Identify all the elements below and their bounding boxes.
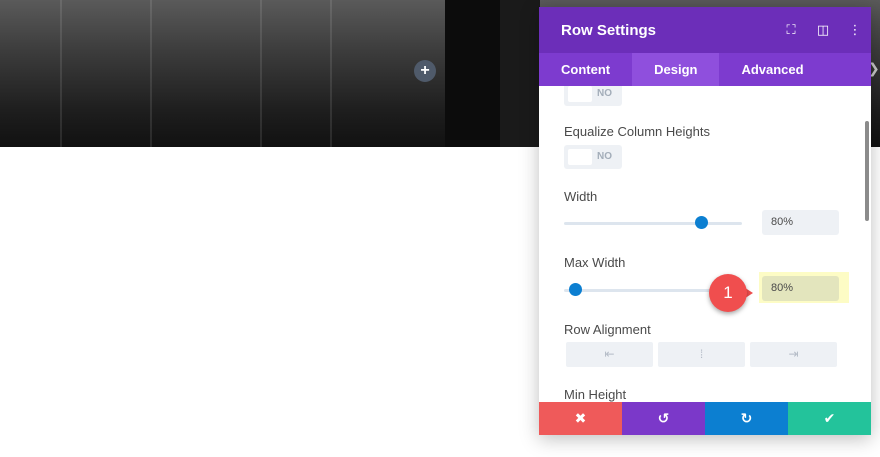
width-slider-thumb[interactable] [695,216,709,229]
row-alignment-options: ⇤ ⁞ ⇥ [566,342,838,367]
toggle-knob [568,149,592,165]
hero-figure [500,0,540,147]
tab-advanced[interactable]: Advanced [719,53,825,86]
hero-streak [330,0,332,147]
panel-titlebar: Row Settings ⛶ ◫ ⋮ [539,7,871,53]
sidebar-icon[interactable]: ◫ [807,7,839,53]
add-section-button[interactable]: + [414,60,436,82]
cancel-button[interactable]: ✖ [539,402,622,435]
align-center-button[interactable]: ⁞ [658,342,745,367]
toggle-label: NO [597,88,612,99]
step-callout: 1 [709,274,753,312]
max-width-slider-thumb[interactable] [568,283,582,296]
row-alignment-label: Row Alignment [564,322,651,337]
panel-title: Row Settings [561,21,657,39]
tab-content[interactable]: Content [539,53,632,86]
width-slider[interactable] [564,216,742,229]
undo-button[interactable]: ↺ [622,402,705,435]
callout-number: 1 [723,283,733,302]
toggle-top[interactable]: NO [564,86,622,106]
width-value[interactable]: 80% [762,210,839,235]
width-label: Width [564,189,598,204]
redo-button[interactable]: ↻ [705,402,788,435]
align-left-button[interactable]: ⇤ [566,342,653,367]
tab-design[interactable]: Design [632,53,720,86]
hero-streak [150,0,152,147]
expand-icon[interactable]: ⛶ [775,7,807,53]
equalize-label: Equalize Column Heights [564,124,710,139]
panel-body: NO Equalize Column Heights NO Width 80% … [539,86,871,402]
row-settings-panel: Row Settings ⛶ ◫ ⋮ Content Design Advanc… [539,7,871,435]
more-options-icon[interactable]: ⋮ [839,7,871,53]
hero-streak [260,0,262,147]
panel-footer: ✖ ↺ ↻ ✔ [539,402,871,435]
save-button[interactable]: ✔ [788,402,871,435]
equalize-toggle[interactable]: NO [564,145,622,169]
hero-streak [60,0,62,147]
hero-figure [445,0,505,147]
max-width-value[interactable]: 80% [762,276,839,301]
toggle-label: NO [597,151,612,162]
panel-tabs: Content Design Advanced [539,53,871,86]
panel-scrollbar[interactable] [865,121,869,221]
toggle-knob [568,86,592,102]
align-right-button[interactable]: ⇥ [750,342,837,367]
max-width-label: Max Width [564,255,626,270]
min-height-label: Min Height [564,387,627,402]
